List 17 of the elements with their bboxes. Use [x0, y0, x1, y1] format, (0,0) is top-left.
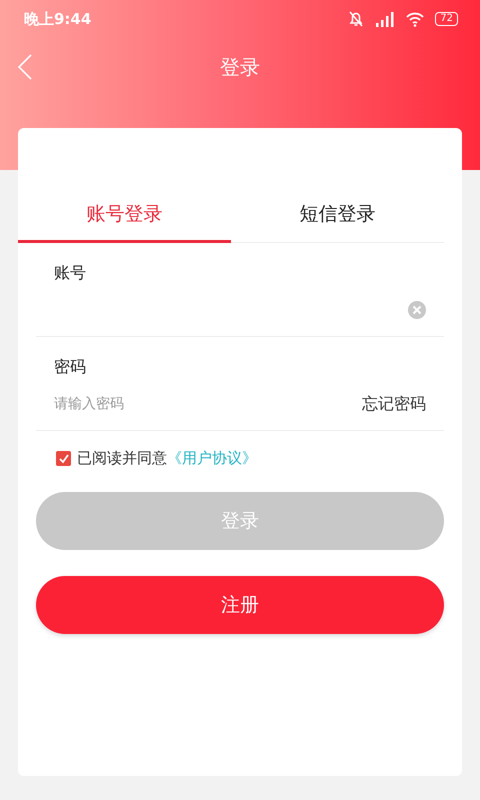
wifi-icon — [405, 11, 426, 27]
account-label: 账号 — [54, 263, 86, 284]
back-icon[interactable] — [18, 54, 32, 80]
user-agreement-link[interactable]: 《用户协议》 — [167, 449, 257, 468]
agreement-text: 已阅读并同意 — [77, 449, 167, 468]
login-tab[interactable]: 账号登录 — [18, 192, 231, 243]
agreement-checkbox[interactable] — [56, 451, 71, 466]
forgot-password-link[interactable]: 忘记密码 — [362, 394, 426, 414]
register-button[interactable]: 注册 — [36, 576, 444, 634]
clear-icon[interactable] — [408, 301, 426, 319]
muted-bell-icon — [347, 10, 366, 28]
signal-icon — [375, 10, 396, 28]
login-tab[interactable]: 短信登录 — [231, 192, 444, 243]
status-time: 晚上9:44 — [24, 10, 92, 28]
page-title: 登录 — [220, 54, 260, 80]
password-label: 密码 — [54, 357, 86, 378]
battery-indicator: 72 — [435, 12, 458, 26]
